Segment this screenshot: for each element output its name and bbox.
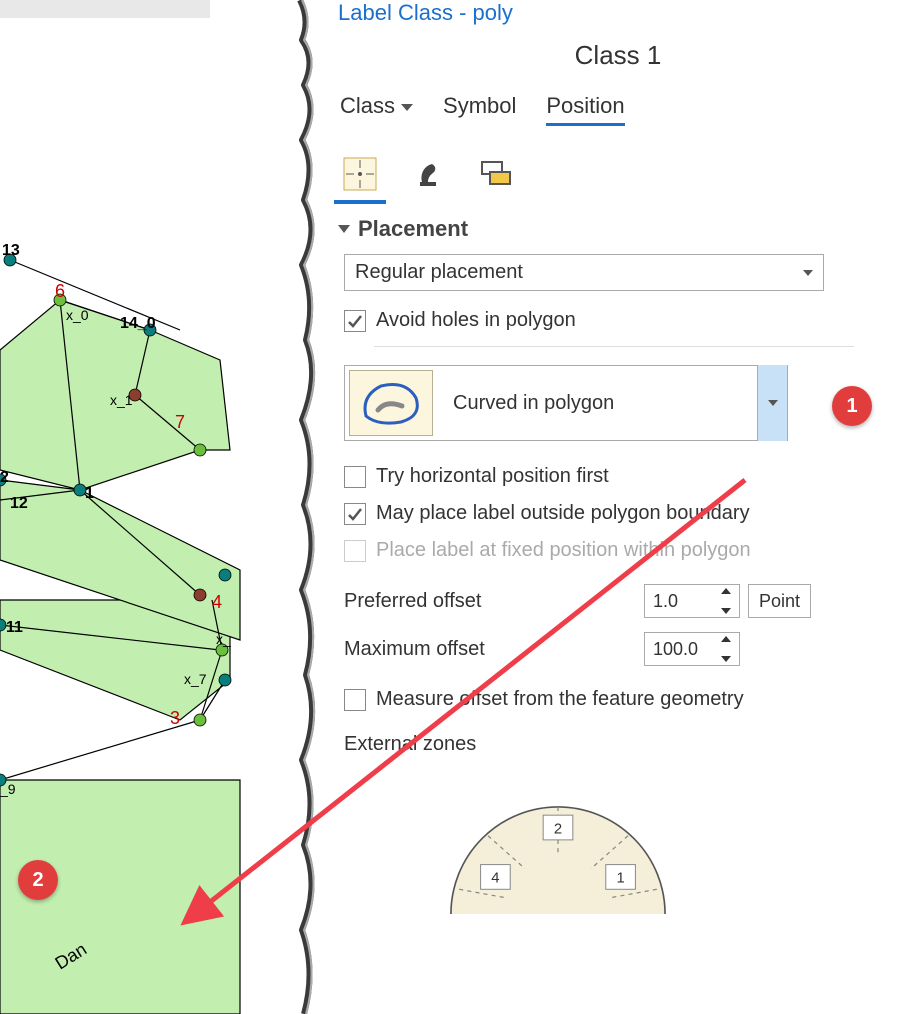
checkbox-unchecked-icon[interactable]	[344, 689, 366, 711]
node-label: 3	[170, 708, 180, 728]
position-subtabs	[338, 152, 898, 196]
tab-label: Class	[340, 93, 395, 118]
chess-knight-icon	[410, 156, 446, 192]
node-label: x_7	[184, 671, 207, 687]
checkbox-unchecked-icon[interactable]	[344, 466, 366, 488]
tab-position[interactable]: Position	[546, 93, 624, 126]
torn-edge	[296, 0, 338, 1014]
placement-style-value: Curved in polygon	[437, 392, 757, 415]
placement-type-dropdown[interactable]: Regular placement	[344, 254, 824, 291]
annotation-bubble-2: 2	[18, 860, 58, 900]
field-preferred-offset: Preferred offset 1.0 Point	[344, 584, 898, 618]
subtab-conflict[interactable]	[474, 152, 518, 196]
check-may-outside[interactable]: May place label outside polygon boundary	[344, 502, 898, 525]
subtab-fitting[interactable]	[406, 152, 450, 196]
caret-down-icon	[768, 400, 778, 406]
label-class-panel: Label Class - poly Class 1 Class Symbol …	[338, 0, 906, 1014]
spinner-up-icon[interactable]	[721, 636, 731, 642]
conflict-overlap-icon	[478, 156, 514, 192]
class-title: Class 1	[338, 40, 898, 71]
check-fixed-position: Place label at fixed position within pol…	[344, 539, 898, 562]
caret-down-icon	[401, 104, 413, 111]
node-label: 12	[10, 495, 28, 512]
tab-label: Symbol	[443, 93, 516, 118]
section-placement-header[interactable]: Placement	[338, 216, 898, 242]
check-label: Try horizontal position first	[376, 465, 609, 488]
divider	[374, 346, 854, 347]
node-label: _9	[0, 781, 16, 797]
checkbox-disabled-icon	[344, 540, 366, 562]
input-value: 1.0	[653, 591, 678, 612]
field-label: Preferred offset	[344, 590, 644, 613]
caret-down-icon	[803, 270, 813, 276]
unit-dropdown[interactable]: Point	[748, 584, 811, 618]
node-label: 4	[212, 592, 222, 612]
zone-value[interactable]: 1	[616, 871, 624, 887]
external-zones-picker[interactable]: 2 4 1	[378, 774, 738, 914]
node-label: 13	[2, 242, 20, 259]
node-label: 2	[0, 469, 9, 486]
input-value: 100.0	[653, 639, 698, 660]
node-label: 11	[6, 619, 23, 636]
checkbox-checked-icon[interactable]	[344, 310, 366, 332]
check-label: Measure offset from the feature geometry	[376, 688, 744, 711]
node-label: x_0	[66, 307, 89, 323]
spinner-up-icon[interactable]	[721, 588, 731, 594]
tab-bar: Class Symbol Position	[338, 93, 898, 126]
tab-label: Position	[546, 93, 624, 118]
tab-symbol[interactable]: Symbol	[443, 93, 516, 126]
subtab-placement[interactable]	[338, 152, 382, 196]
annotation-bubble-1: 1	[832, 386, 872, 426]
field-maximum-offset: Maximum offset 100.0	[344, 632, 898, 666]
placement-style-dropdown-button[interactable]	[757, 365, 787, 441]
unit-value: Point	[759, 591, 800, 612]
field-label: Maximum offset	[344, 638, 644, 661]
check-label: Place label at fixed position within pol…	[376, 539, 751, 562]
chevron-down-icon	[338, 225, 350, 233]
node-label: x_1	[110, 392, 133, 408]
check-avoid-holes[interactable]: Avoid holes in polygon	[344, 309, 898, 332]
check-label: May place label outside polygon boundary	[376, 502, 750, 525]
spinner[interactable]	[721, 588, 735, 614]
dropdown-value: Regular placement	[355, 261, 523, 284]
external-zones-label: External zones	[344, 733, 898, 756]
zone-value[interactable]: 2	[554, 821, 562, 837]
node-label: 6	[55, 281, 65, 301]
node-label: 14_0	[120, 315, 156, 332]
spinner-down-icon[interactable]	[721, 608, 731, 614]
node-label: x_	[216, 631, 231, 647]
placement-target-icon	[342, 156, 378, 192]
placement-style-picker[interactable]: Curved in polygon	[344, 365, 788, 441]
spinner-down-icon[interactable]	[721, 656, 731, 662]
zone-value[interactable]: 4	[491, 871, 499, 887]
curved-polygon-icon	[349, 370, 433, 436]
section-title: Placement	[358, 216, 468, 242]
spinner[interactable]	[721, 636, 735, 662]
maximum-offset-input[interactable]: 100.0	[644, 632, 740, 666]
checkbox-checked-icon[interactable]	[344, 503, 366, 525]
check-label: Avoid holes in polygon	[376, 309, 576, 332]
panel-title-link[interactable]: Label Class - poly	[338, 0, 898, 30]
preferred-offset-input[interactable]: 1.0	[644, 584, 740, 618]
tab-class[interactable]: Class	[340, 93, 413, 126]
check-try-horizontal[interactable]: Try horizontal position first	[344, 465, 898, 488]
node-label: 7	[175, 412, 185, 432]
window-chrome	[0, 0, 210, 18]
node-label: 1	[85, 485, 94, 502]
check-measure-offset[interactable]: Measure offset from the feature geometry	[344, 688, 898, 711]
